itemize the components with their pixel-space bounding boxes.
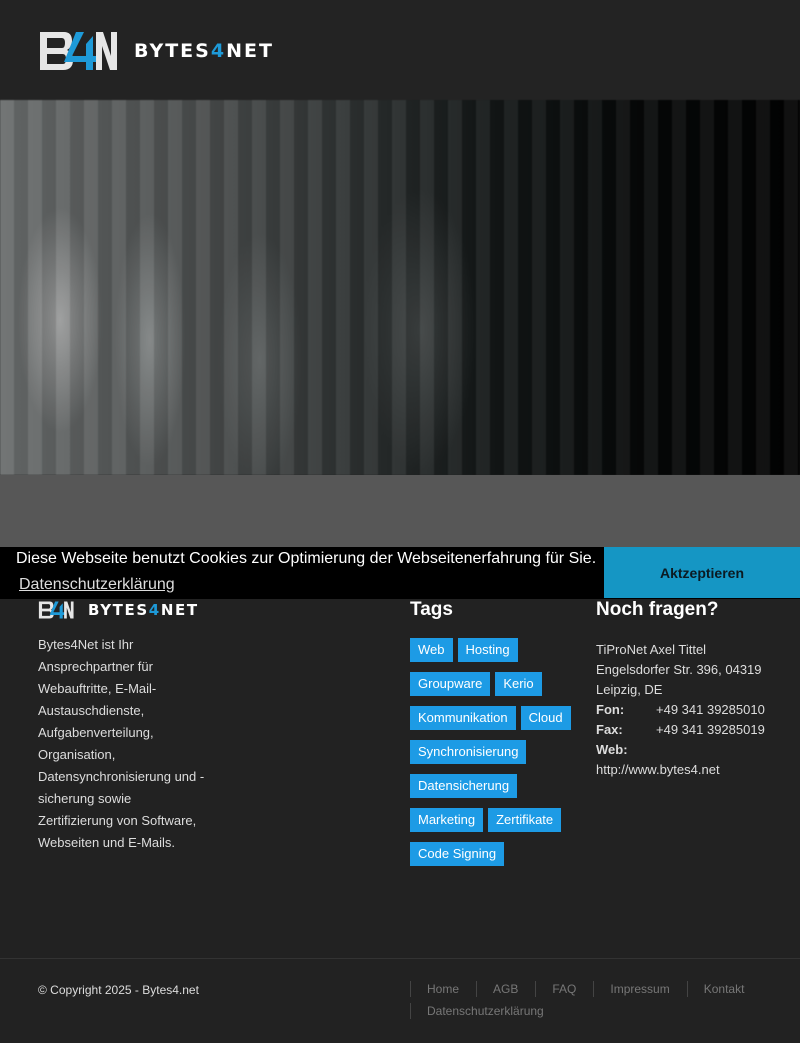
fax-value: +49 341 39285019: [656, 722, 765, 737]
tag-row: Datensicherung: [410, 774, 585, 798]
web-label: Web:: [596, 742, 628, 757]
tag-link[interactable]: Kommunikation: [410, 706, 516, 730]
hero-band: [0, 475, 800, 547]
fax-label: Fax:: [596, 722, 623, 737]
contact-title: Noch fragen?: [596, 599, 719, 620]
footer-nav-item[interactable]: Home: [410, 981, 476, 997]
tag-cloud: Web Hosting Groupware Kerio Kommunikation Clo…: [410, 638, 585, 876]
tag-row: Kommunikation Cloud: [410, 706, 585, 730]
footer-nav-item[interactable]: Impressum: [593, 981, 686, 997]
phone-value[interactable]: +49 341 39285010: [656, 702, 765, 717]
tag-link[interactable]: Datensicherung: [410, 774, 518, 798]
tag-link[interactable]: Synchronisierung: [410, 740, 527, 764]
web-link[interactable]: http://www.bytes4.net: [596, 760, 786, 780]
tag-link[interactable]: Web: [410, 638, 453, 662]
tag-link[interactable]: Marketing: [410, 808, 484, 832]
tag-row: Marketing Zertifikate: [410, 808, 585, 832]
footer-nav: Home AGB FAQ Impressum Kontakt Datenschutzerk…: [410, 981, 790, 1025]
footer-logo[interactable]: BYTES4NET: [38, 600, 199, 620]
tag-link[interactable]: Groupware: [410, 672, 491, 696]
phone-label: Fon:: [596, 702, 625, 717]
tag-row: Web Hosting: [410, 638, 585, 662]
contact-phone-row: Fon: +49 341 39285010: [596, 700, 786, 720]
contact-city: Leipzig, DE: [596, 682, 663, 697]
tag-link[interactable]: Hosting: [457, 638, 518, 662]
footer-nav-item[interactable]: FAQ: [535, 981, 593, 997]
footer-nav-item[interactable]: Datenschutzerklärung: [410, 1003, 561, 1019]
cookie-message: Diese Webseite benutzt Cookies zur Optim…: [16, 550, 597, 567]
cookie-banner: Diese Webseite benutzt Cookies zur Optim…: [0, 547, 800, 599]
contact-company: TiProNet Axel Tittel: [596, 642, 707, 657]
site-header: BYTES4NET: [0, 0, 800, 100]
tag-row: Synchronisierung: [410, 740, 585, 764]
hero-texture: [0, 100, 800, 475]
footer-divider: [0, 958, 800, 959]
tag-link[interactable]: Kerio: [495, 672, 542, 696]
contact-fax-row: Fax: +49 341 39285019: [596, 720, 786, 740]
tag-link[interactable]: Zertifikate: [488, 808, 562, 832]
cookie-privacy-link[interactable]: Datenschutzerklärung: [19, 575, 175, 595]
contact-info: TiProNet Axel Tittel Engelsdorfer Str. 3…: [596, 640, 786, 780]
cookie-accept-button[interactable]: Aktzeptieren: [604, 547, 800, 598]
b4n-logo-icon: [40, 32, 117, 70]
copyright-text: © Copyright 2025 - Bytes4.net: [38, 983, 199, 997]
brand-name: BYTES4NET: [134, 40, 274, 62]
tag-link[interactable]: Code Signing: [410, 842, 505, 866]
hero-image: [0, 100, 800, 475]
site-logo[interactable]: BYTES4NET: [38, 30, 274, 72]
tags-title: Tags: [410, 599, 453, 620]
footer-nav-item[interactable]: AGB: [476, 981, 535, 997]
footer-about-text: Bytes4Net ist Ihr Ansprechpartner für We…: [38, 637, 205, 850]
contact-street: Engelsdorfer Str. 396, 04319: [596, 662, 762, 677]
footer-nav-item[interactable]: Kontakt: [686, 981, 762, 997]
tag-row: Code Signing: [410, 842, 585, 866]
tag-link[interactable]: Cloud: [520, 706, 571, 730]
footer-brand-name: BYTES4NET: [88, 601, 199, 619]
b4n-logo-icon: [38, 601, 74, 619]
tag-row: Groupware Kerio: [410, 672, 585, 696]
